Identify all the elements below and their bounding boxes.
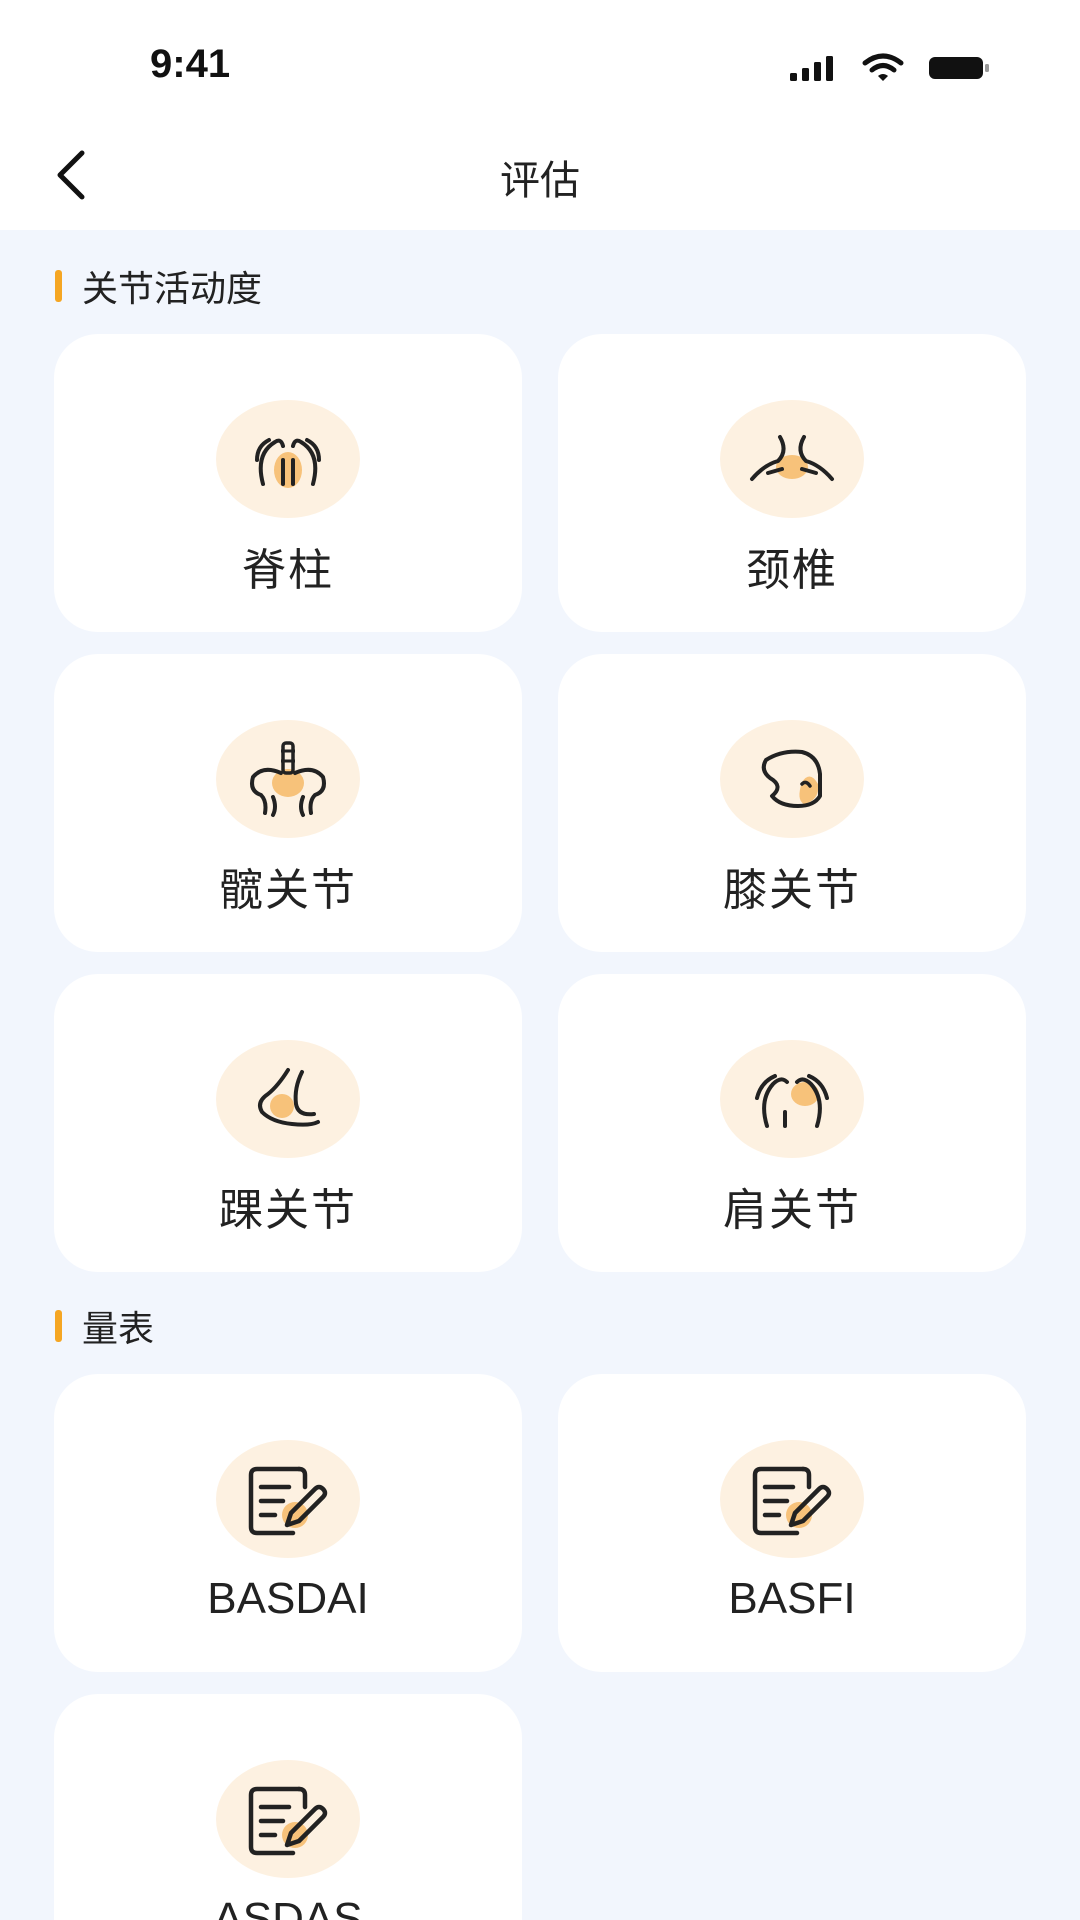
content-area[interactable]: 关节活动度 脊柱 颈椎 髋关节 膝关节 踝关节 肩关节 量表 BASDAI BA… xyxy=(0,230,1080,1920)
card-label: BASFI xyxy=(728,1574,856,1623)
status-bar: 9:41 xyxy=(0,0,1080,120)
form-edit-icon xyxy=(720,1440,864,1558)
page-title: 评估 xyxy=(500,158,580,204)
ankle-icon xyxy=(216,1040,360,1158)
nav-bar: 评估 xyxy=(0,120,1080,230)
form-edit-icon xyxy=(216,1760,360,1878)
shoulder-icon xyxy=(720,1040,864,1158)
card-label: 踝关节 xyxy=(219,1185,357,1236)
card-label: 肩关节 xyxy=(723,1185,861,1236)
section-title-text: 量表 xyxy=(82,1309,155,1350)
card-label: BASDAI xyxy=(207,1574,369,1623)
section-accent-bar xyxy=(55,270,62,302)
wifi-icon xyxy=(862,53,904,81)
section-title-joints: 关节活动度 xyxy=(55,260,262,312)
card-label: ASDAS xyxy=(213,1894,363,1920)
neck-icon xyxy=(720,400,864,518)
card-asdas[interactable]: ASDAS xyxy=(54,1694,522,1920)
battery-icon xyxy=(929,57,989,79)
card-hip[interactable]: 髋关节 xyxy=(54,654,522,952)
card-shoulder[interactable]: 肩关节 xyxy=(558,974,1026,1272)
card-neck[interactable]: 颈椎 xyxy=(558,334,1026,632)
card-spine[interactable]: 脊柱 xyxy=(54,334,522,632)
section-title-text: 关节活动度 xyxy=(82,269,263,310)
card-ankle[interactable]: 踝关节 xyxy=(54,974,522,1272)
spine-icon xyxy=(216,400,360,518)
status-icons xyxy=(788,48,990,88)
hip-icon xyxy=(216,720,360,838)
form-edit-icon xyxy=(216,1440,360,1558)
card-label: 脊柱 xyxy=(242,545,334,596)
card-basfi[interactable]: BASFI xyxy=(558,1374,1026,1672)
section-accent-bar xyxy=(55,1310,62,1342)
card-label: 颈椎 xyxy=(746,545,838,596)
section-title-scales: 量表 xyxy=(55,1300,154,1352)
knee-icon xyxy=(720,720,864,838)
card-label: 髋关节 xyxy=(219,865,357,916)
card-label: 膝关节 xyxy=(723,865,861,916)
card-basdai[interactable]: BASDAI xyxy=(54,1374,522,1672)
card-knee[interactable]: 膝关节 xyxy=(558,654,1026,952)
status-time: 9:41 xyxy=(150,42,231,86)
cellular-signal-icon xyxy=(790,56,833,81)
